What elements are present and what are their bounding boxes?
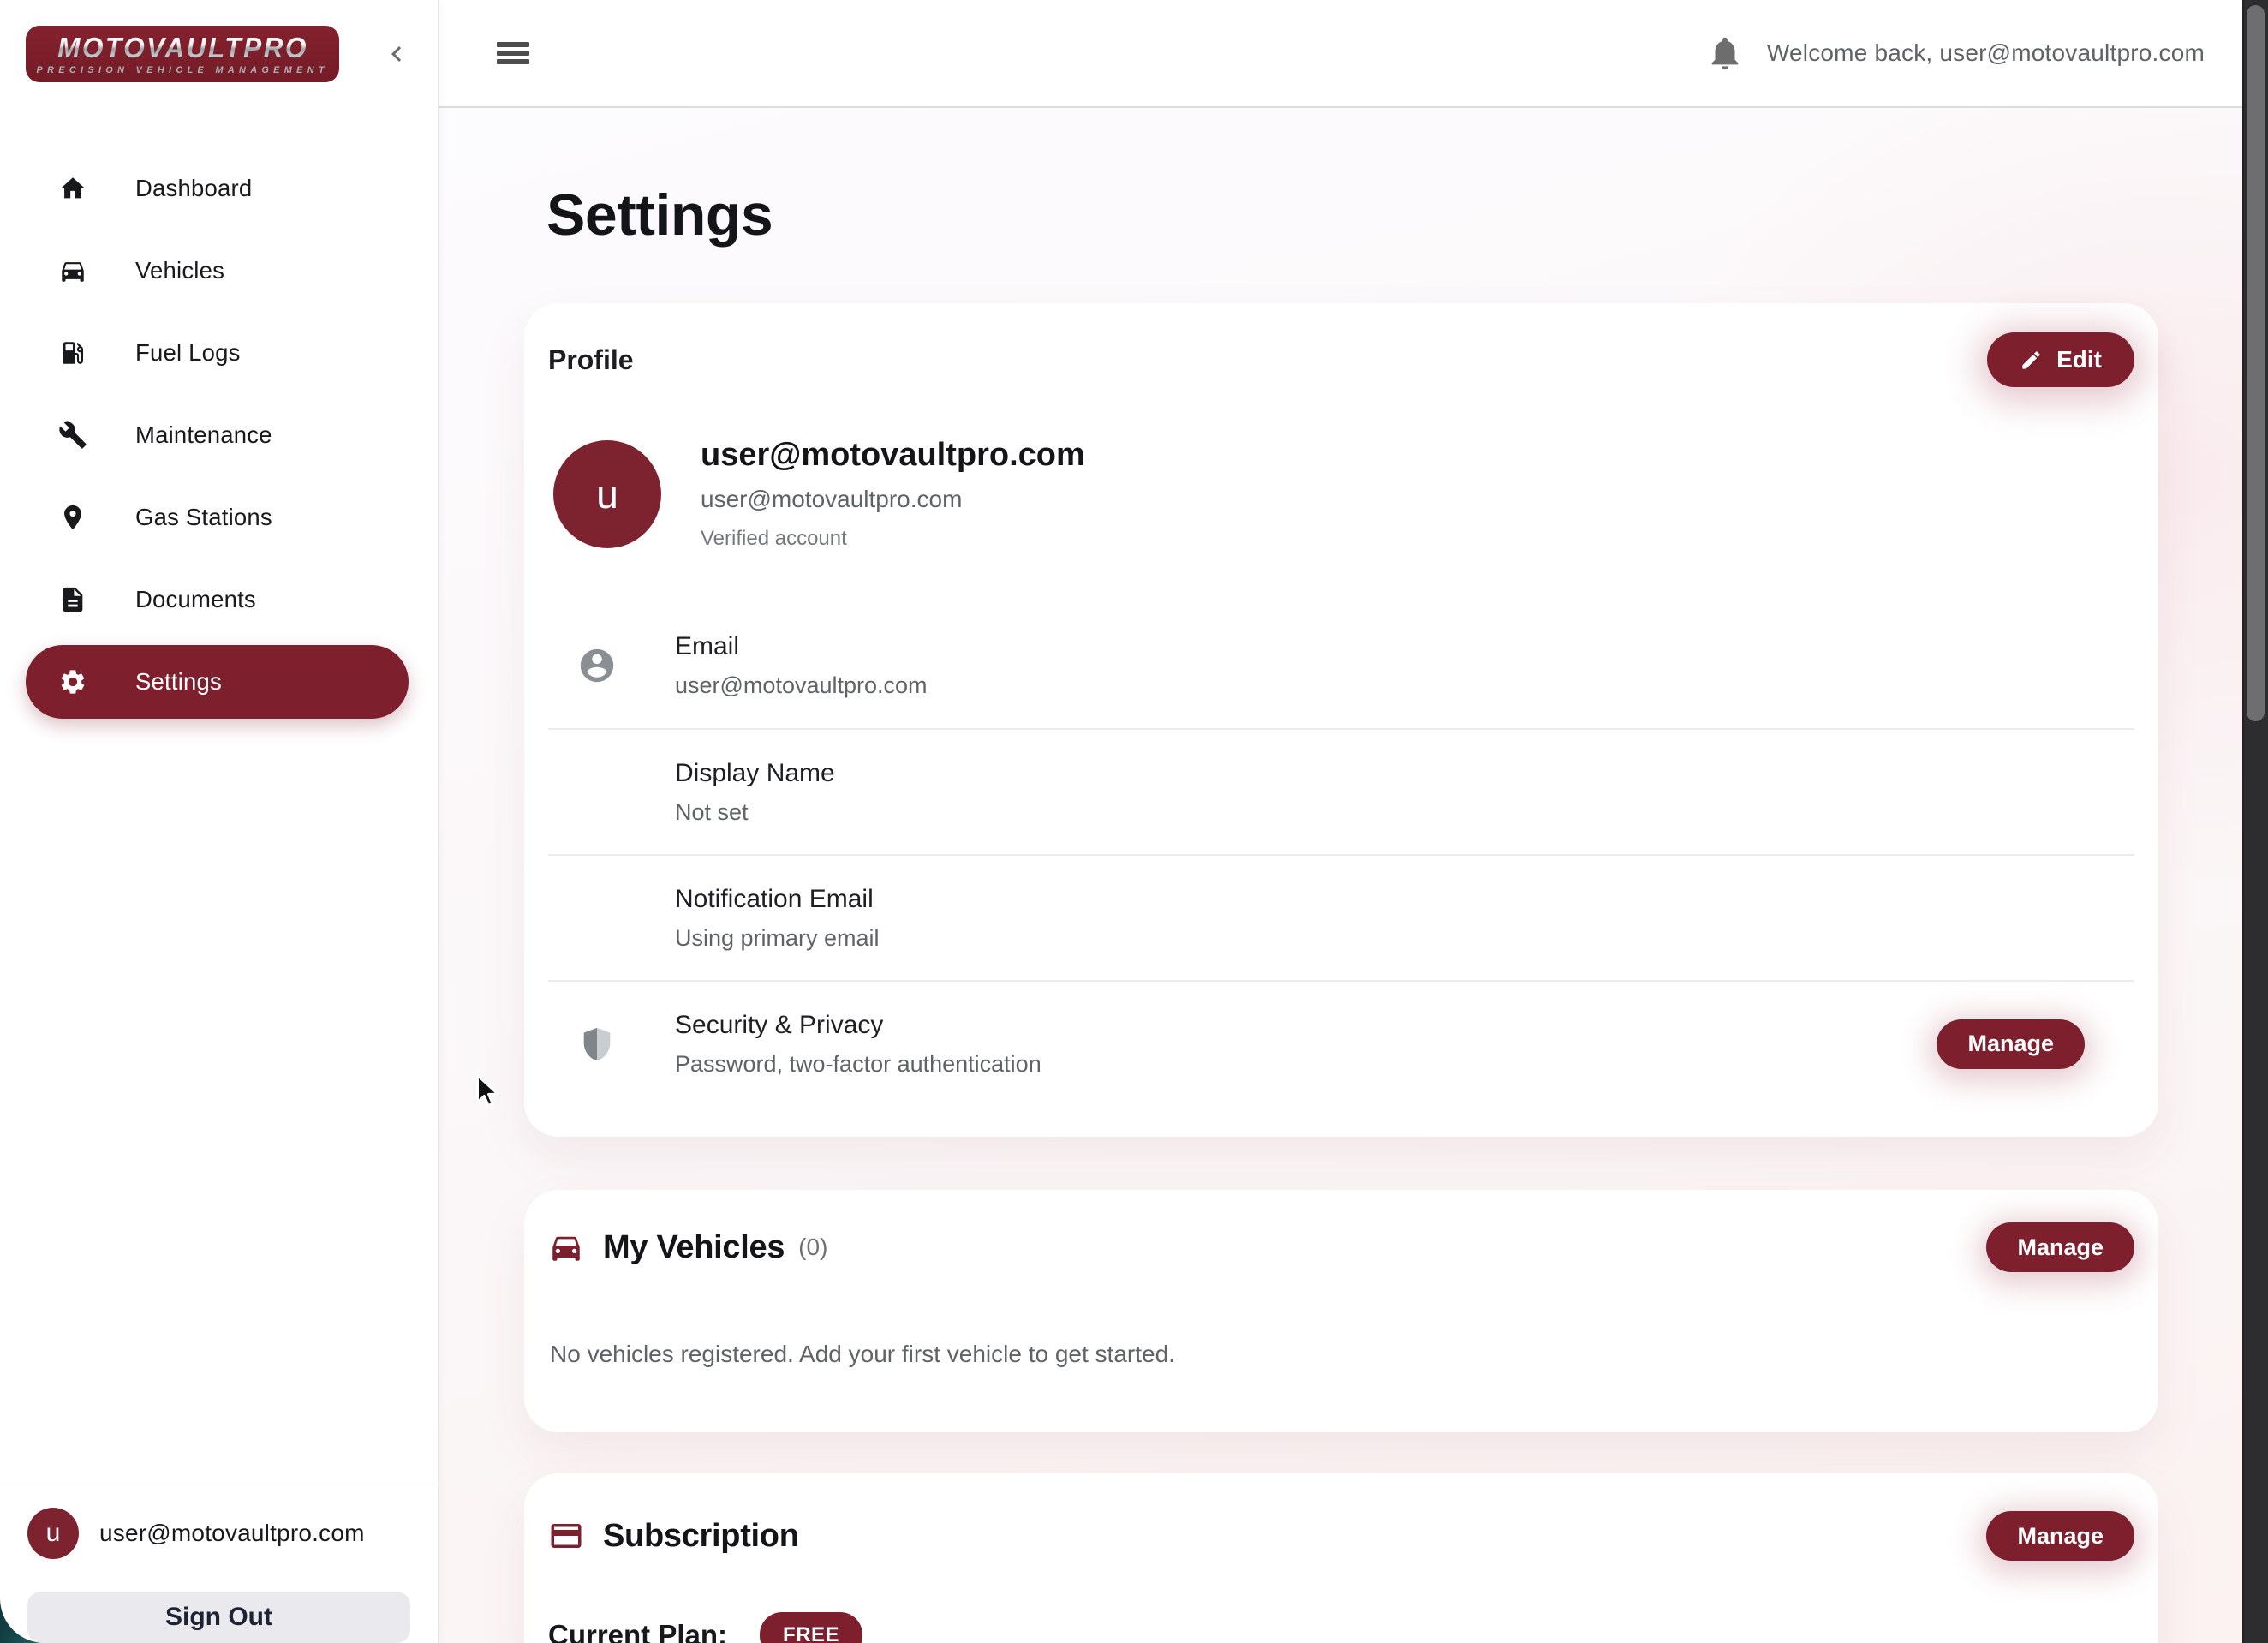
edit-button-label: Edit bbox=[2056, 346, 2102, 373]
sidebar-item-vehicles[interactable]: Vehicles bbox=[26, 230, 409, 312]
welcome-text: Welcome back, user@motovaultpro.com bbox=[1767, 39, 2205, 67]
scrollbar-thumb[interactable] bbox=[2247, 5, 2265, 721]
sidebar-item-dashboard[interactable]: Dashboard bbox=[26, 147, 409, 230]
sidebar-user-email: user@motovaultpro.com bbox=[99, 1520, 365, 1547]
document-icon bbox=[58, 585, 87, 614]
home-icon bbox=[58, 174, 87, 203]
sidebar-item-settings[interactable]: Settings bbox=[26, 645, 409, 719]
main-area: Welcome back, user@motovaultpro.com Sett… bbox=[439, 0, 2242, 1643]
profile-email: user@motovaultpro.com bbox=[701, 486, 1085, 513]
row-value: Not set bbox=[675, 799, 2050, 826]
chevron-left-icon bbox=[381, 39, 412, 69]
credit-card-icon bbox=[548, 1518, 584, 1554]
sidebar-item-label: Vehicles bbox=[135, 257, 224, 284]
row-label: Email bbox=[675, 632, 2050, 661]
sidebar-item-gas-stations[interactable]: Gas Stations bbox=[26, 476, 409, 559]
profile-verified-status: Verified account bbox=[701, 527, 1085, 551]
row-text: Notification Email Using primary email bbox=[675, 885, 2050, 952]
shield-icon bbox=[577, 1025, 617, 1064]
notifications-bell-icon[interactable] bbox=[1705, 33, 1745, 73]
car-icon bbox=[548, 1229, 584, 1265]
row-value: Password, two-factor authentication bbox=[675, 1051, 1878, 1078]
sidebar-item-label: Documents bbox=[135, 586, 256, 613]
profile-card-header: Profile Edit bbox=[548, 332, 2134, 387]
manage-vehicles-button[interactable]: Manage bbox=[1986, 1222, 2134, 1272]
settings-page: Settings Profile Edit u user@motovaultp bbox=[439, 108, 2242, 1643]
edit-profile-button[interactable]: Edit bbox=[1987, 332, 2134, 387]
avatar: u bbox=[553, 440, 661, 548]
sidebar-item-fuel-logs[interactable]: Fuel Logs bbox=[26, 312, 409, 394]
row-label: Notification Email bbox=[675, 885, 2050, 914]
row-icon-placeholder bbox=[577, 899, 617, 938]
vehicles-empty-state: No vehicles registered. Add your first v… bbox=[550, 1341, 2134, 1368]
sign-out-button[interactable]: Sign Out bbox=[27, 1592, 410, 1643]
subscription-title: Subscription bbox=[603, 1518, 799, 1555]
manage-subscription-button[interactable]: Manage bbox=[1986, 1511, 2134, 1561]
wrench-icon bbox=[58, 421, 87, 450]
sidebar-user-row: u user@motovaultpro.com bbox=[27, 1508, 410, 1559]
car-icon bbox=[58, 256, 87, 285]
row-security-privacy: Security & Privacy Password, two-factor … bbox=[548, 980, 2134, 1106]
my-vehicles-title: My Vehicles bbox=[603, 1229, 785, 1266]
row-text: Display Name Not set bbox=[675, 759, 2050, 826]
my-vehicles-header: My Vehicles (0) Manage bbox=[548, 1222, 2134, 1272]
sidebar-item-label: Maintenance bbox=[135, 421, 272, 449]
sidebar-nav: Dashboard Vehicles Fuel Logs Maintenance bbox=[0, 147, 438, 723]
sidebar-collapse-button[interactable] bbox=[378, 35, 415, 73]
sidebar-item-maintenance[interactable]: Maintenance bbox=[26, 394, 409, 476]
row-value: user@motovaultpro.com bbox=[675, 672, 2050, 699]
scrollbar-track[interactable] bbox=[2242, 0, 2268, 1643]
fuel-pump-icon bbox=[58, 338, 87, 367]
profile-card-title: Profile bbox=[548, 344, 634, 376]
current-plan-row: Current Plan: FREE bbox=[548, 1612, 2134, 1643]
brand-logo[interactable]: MOTOVAULTPRO PRECISION VEHICLE MANAGEMEN… bbox=[26, 26, 339, 82]
plan-badge: FREE bbox=[760, 1612, 862, 1643]
avatar: u bbox=[27, 1508, 79, 1559]
brand-name: MOTOVAULTPRO bbox=[57, 33, 308, 62]
subscription-card: Subscription Manage Current Plan: FREE bbox=[524, 1473, 2158, 1643]
profile-identity-text: user@motovaultpro.com user@motovaultpro.… bbox=[701, 437, 1085, 551]
sidebar-header: MOTOVAULTPRO PRECISION VEHICLE MANAGEMEN… bbox=[0, 0, 438, 82]
brand-tagline: PRECISION VEHICLE MANAGEMENT bbox=[36, 66, 328, 75]
sidebar-footer: u user@motovaultpro.com Sign Out bbox=[0, 1485, 438, 1643]
row-email: Email user@motovaultpro.com bbox=[548, 602, 2134, 728]
row-display-name: Display Name Not set bbox=[548, 728, 2134, 854]
row-text: Security & Privacy Password, two-factor … bbox=[675, 1011, 1878, 1078]
profile-card: Profile Edit u user@motovaultpro.com use… bbox=[524, 303, 2158, 1137]
sidebar-item-documents[interactable]: Documents bbox=[26, 559, 409, 641]
map-pin-icon bbox=[58, 503, 87, 532]
gear-icon bbox=[58, 667, 87, 696]
row-icon-placeholder bbox=[577, 773, 617, 812]
sidebar: MOTOVAULTPRO PRECISION VEHICLE MANAGEMEN… bbox=[0, 0, 439, 1643]
page-title: Settings bbox=[546, 182, 2158, 248]
current-plan-label: Current Plan: bbox=[548, 1619, 727, 1643]
row-label: Display Name bbox=[675, 759, 2050, 788]
sidebar-item-label: Settings bbox=[135, 668, 222, 696]
profile-settings-rows: Email user@motovaultpro.com Display Name… bbox=[548, 602, 2134, 1106]
pencil-icon bbox=[2020, 349, 2043, 372]
topbar-right: Welcome back, user@motovaultpro.com bbox=[1705, 33, 2205, 73]
subscription-header: Subscription Manage bbox=[548, 1511, 2134, 1561]
row-notification-email: Notification Email Using primary email bbox=[548, 854, 2134, 980]
profile-identity: u user@motovaultpro.com user@motovaultpr… bbox=[548, 437, 2134, 551]
hamburger-menu-icon[interactable] bbox=[497, 42, 529, 64]
sidebar-item-label: Fuel Logs bbox=[135, 339, 241, 367]
manage-security-button[interactable]: Manage bbox=[1937, 1019, 2085, 1069]
app-window: MOTOVAULTPRO PRECISION VEHICLE MANAGEMEN… bbox=[0, 0, 2268, 1643]
sidebar-item-label: Dashboard bbox=[135, 175, 252, 202]
account-circle-icon bbox=[577, 646, 617, 685]
topbar: Welcome back, user@motovaultpro.com bbox=[439, 0, 2242, 108]
my-vehicles-card: My Vehicles (0) Manage No vehicles regis… bbox=[524, 1190, 2158, 1432]
sidebar-item-label: Gas Stations bbox=[135, 504, 272, 531]
row-text: Email user@motovaultpro.com bbox=[675, 632, 2050, 699]
row-value: Using primary email bbox=[675, 925, 2050, 952]
row-label: Security & Privacy bbox=[675, 1011, 1878, 1040]
my-vehicles-count: (0) bbox=[798, 1234, 827, 1261]
profile-name: user@motovaultpro.com bbox=[701, 437, 1085, 474]
